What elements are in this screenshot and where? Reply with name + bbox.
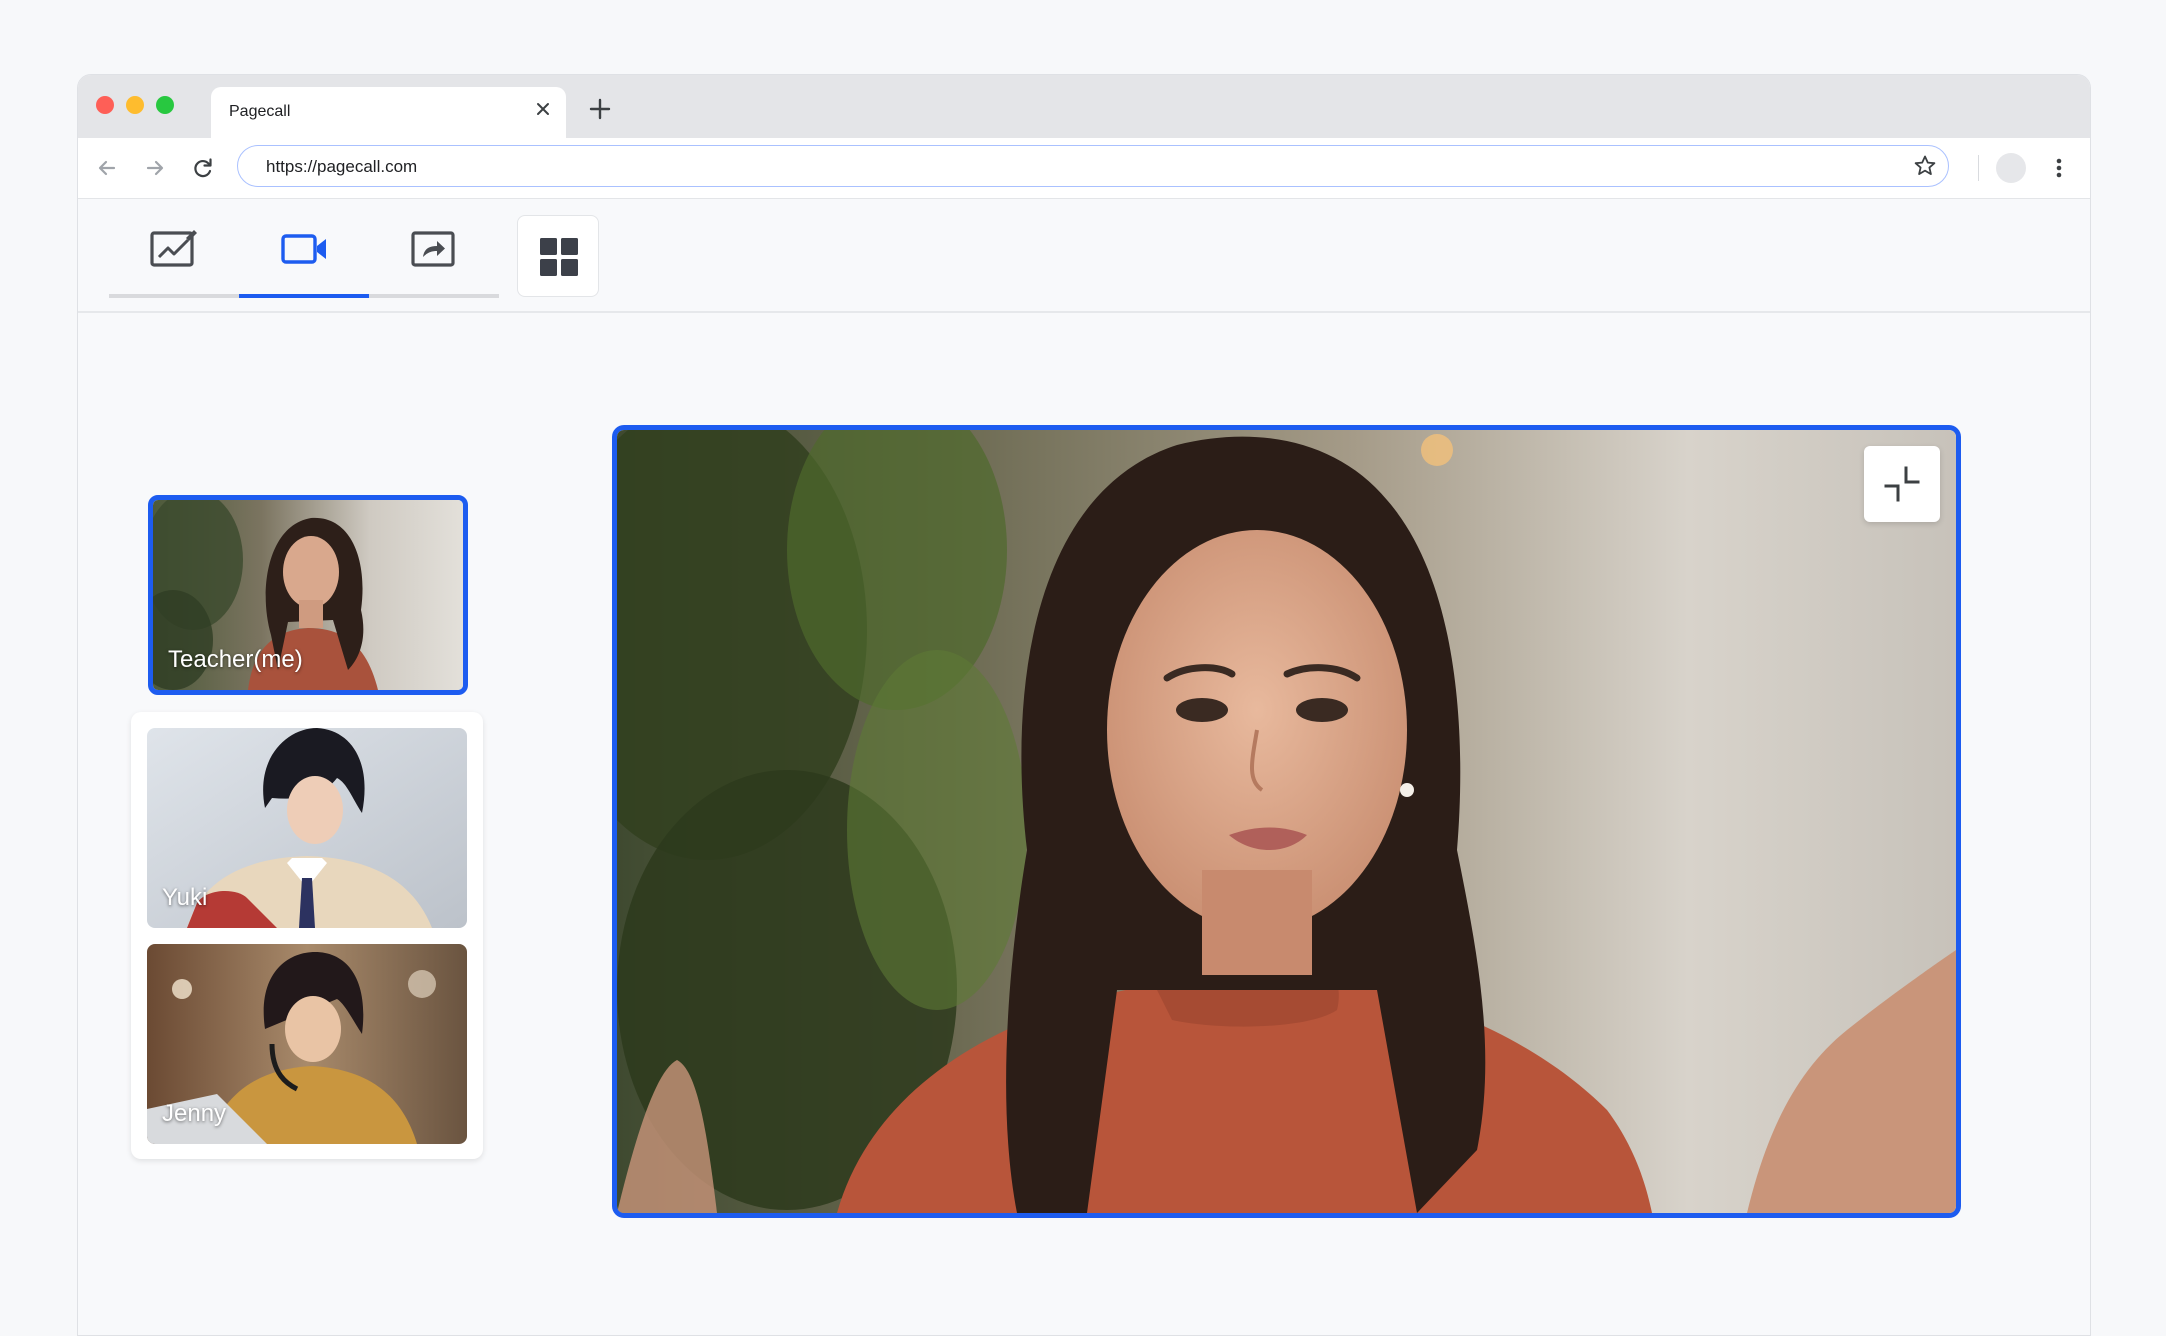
mode-toolbar (78, 199, 2090, 313)
participant-list: Yuki Jenny (131, 712, 483, 1159)
tab-title: Pagecall (229, 103, 291, 120)
tab-underline (239, 294, 369, 298)
address-bar[interactable]: https://pagecall.com (237, 145, 1949, 187)
participant-name: Jenny (162, 1100, 227, 1127)
video-camera-icon (281, 234, 326, 264)
maximize-window-button[interactable] (156, 96, 174, 114)
close-window-button[interactable] (96, 96, 114, 114)
video-thumbnail-jenny[interactable]: Jenny (147, 944, 467, 1144)
main-video-view[interactable] (612, 425, 1961, 1218)
whiteboard-icon (150, 230, 197, 267)
participant-name: Teacher(me) (168, 646, 303, 673)
close-icon[interactable] (530, 96, 556, 122)
screen-share-icon (411, 231, 455, 267)
tab-underline (369, 294, 499, 298)
tab-underline (109, 294, 239, 298)
tab-video[interactable] (239, 199, 369, 298)
star-icon[interactable] (1912, 153, 1938, 179)
browser-toolbar: https://pagecall.com (78, 138, 2090, 199)
tab-screenshare[interactable] (369, 199, 499, 298)
arrow-right-icon[interactable] (140, 153, 170, 183)
tab-strip: Pagecall (78, 75, 2090, 138)
grid-layout-icon (540, 238, 578, 276)
plus-icon[interactable] (586, 95, 614, 123)
toolbar-divider (1978, 155, 1979, 181)
profile-avatar[interactable] (1996, 153, 2026, 183)
main-video-frame (617, 430, 1956, 1213)
shrink-icon (1884, 466, 1920, 502)
tab-whiteboard[interactable] (109, 199, 239, 298)
reload-icon[interactable] (188, 153, 218, 183)
browser-tab[interactable]: Pagecall (211, 87, 566, 138)
arrow-left-icon[interactable] (92, 153, 122, 183)
video-thumbnail-teacher[interactable]: Teacher(me) (148, 495, 468, 695)
participant-name: Yuki (162, 884, 208, 911)
shrink-button[interactable] (1864, 446, 1940, 522)
url-text: https://pagecall.com (266, 157, 418, 176)
browser-window: Pagecall https://pagecall.com Teacher(me… (77, 74, 2091, 1336)
kebab-menu-icon[interactable] (2044, 153, 2074, 183)
layout-grid-button[interactable] (517, 215, 599, 297)
video-thumbnail-yuki[interactable]: Yuki (147, 728, 467, 928)
minimize-window-button[interactable] (126, 96, 144, 114)
